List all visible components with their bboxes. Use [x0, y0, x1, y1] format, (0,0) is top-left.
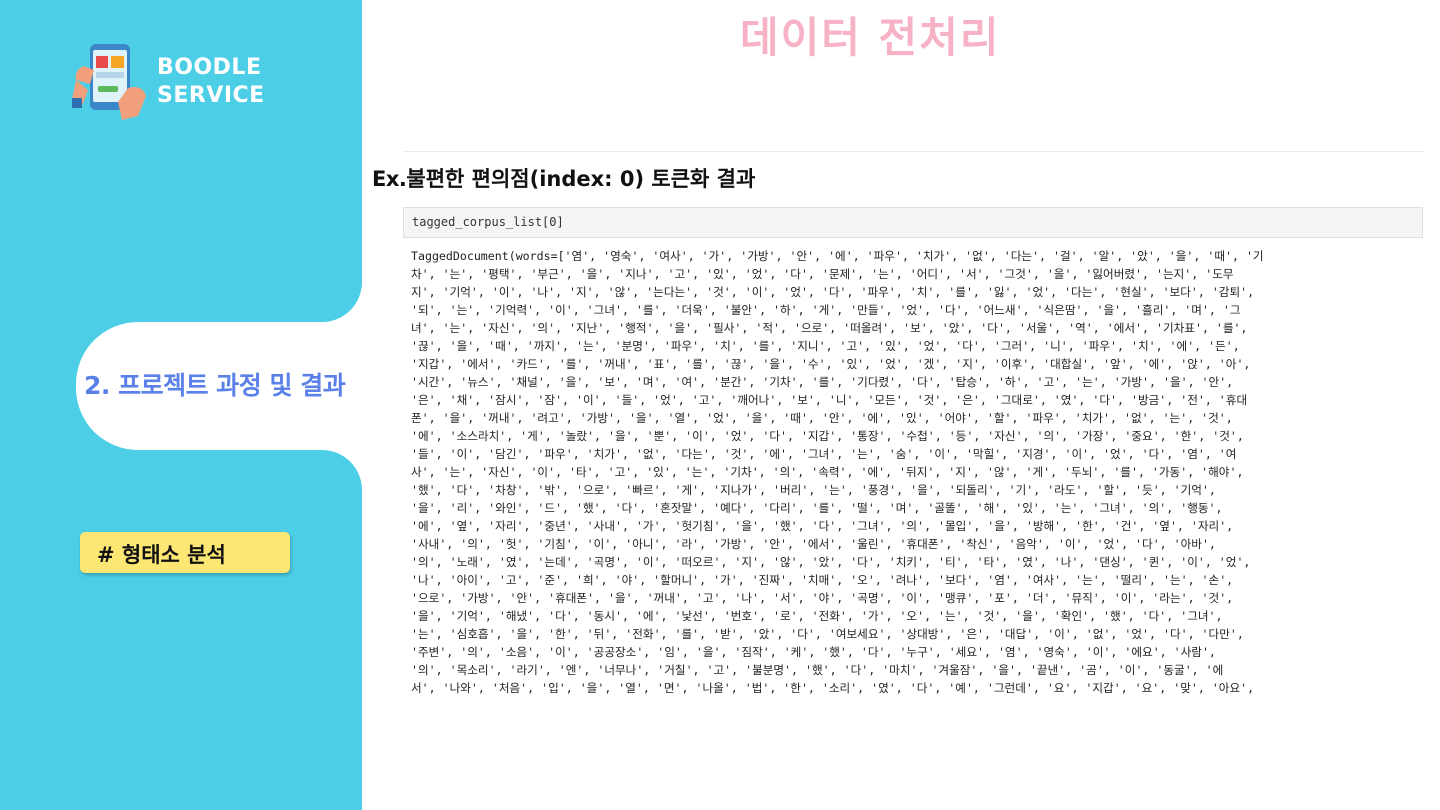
- section-tag: # 형태소 분석: [80, 532, 290, 573]
- nav-tab-active[interactable]: 2. 프로젝트 과정 및 결과: [76, 322, 376, 450]
- brand-name: BOODLE SERVICE: [157, 54, 265, 110]
- output-line: '나', '아이', '고', '준', '희', '야', '할머니', '가…: [411, 573, 1234, 587]
- output-line: 녀', '는', '자신', '의', '지난', '행적', '을', '필사…: [411, 321, 1248, 335]
- code-cell-input[interactable]: tagged_corpus_list[0]: [403, 207, 1423, 238]
- output-line: 폰', '을', '꺼내', '려고', '가방', '을', '열', '었'…: [411, 411, 1233, 425]
- output-line: '으로', '가방', '안', '휴대폰', '을', '꺼내', '고', …: [411, 591, 1234, 605]
- phone-shopping-icon: [72, 44, 146, 120]
- output-line: '시간', '뉴스', '채널', '을', '보', '며', '여', '분…: [411, 375, 1234, 389]
- output-line: '했', '다', '차창', '밖', '으로', '빠르', '게', '지…: [411, 483, 1216, 497]
- output-line: '사내', '의', '헛', '기침', '이', '아니', '라', '가…: [411, 537, 1216, 551]
- output-line: '을', '기억', '해냈', '다', '동시', '에', '낯선', '…: [411, 609, 1223, 623]
- output-line: '에', '옆', '자리', '중년', '사내', '가', '헛기침', …: [411, 519, 1234, 533]
- output-line: 지', '기억', '이', '나', '지', '않', '는다는', '것'…: [411, 285, 1255, 299]
- example-title: 불편한 편의점(index: 0) 토큰화 결과: [406, 167, 756, 191]
- brand-line-2: SERVICE: [157, 83, 265, 108]
- code-cell-output: TaggedDocument(words=['염', '영숙', '여사', '…: [411, 247, 1426, 697]
- output-line: 서', '나와', '처음', '입', '을', '열', '면', '나올'…: [411, 681, 1255, 695]
- output-line: '을', '리', '와인', '드', '했', '다', '혼잣말', '예…: [411, 501, 1223, 515]
- brand-line-1: BOODLE: [157, 55, 262, 80]
- output-line: '지갑', '에서', '카드', '를', '꺼내', '표', '를', '…: [411, 357, 1251, 371]
- output-line: '의', '노래', '였', '는데', '곡명', '이', '떠오르', …: [411, 555, 1251, 569]
- code-cell-text: tagged_corpus_list[0]: [412, 215, 564, 229]
- nav-tab-label: 2. 프로젝트 과정 및 결과: [84, 371, 346, 400]
- example-prefix: Ex.: [372, 167, 407, 191]
- output-line: '되', '는', '기억력', '이', '그녀', '를', '더욱', '…: [411, 303, 1241, 317]
- section-tag-label: # 형태소 분석: [97, 543, 226, 567]
- page-title: 데이터 전처리: [740, 13, 1001, 62]
- output-line: 사', '는', '자신', '이', '타', '고', '있', '는', …: [411, 465, 1244, 479]
- output-line: '주변', '의', '소음', '이', '공공장소', '임', '을', …: [411, 645, 1216, 659]
- output-line: 차', '는', '평택', '부근', '을', '지나', '고', '있'…: [411, 267, 1234, 281]
- output-line: '은', '채', '잠시', '잠', '이', '들', '었', '고',…: [411, 393, 1248, 407]
- output-line: '끊', '을', '때', '까지', '는', '분명', '파우', '치…: [411, 339, 1240, 353]
- output-line: '들', '이', '담긴', '파우', '치가', '없', '다는', '…: [411, 447, 1237, 461]
- output-line: TaggedDocument(words=['염', '영숙', '여사', '…: [411, 249, 1264, 263]
- sidebar: BOODLE SERVICE 2. 프로젝트 과정 및 결과 # 형태소 분석: [0, 0, 376, 810]
- output-line: '의', '목소리', '라기', '엔', '너무나', '거칠', '고',…: [411, 663, 1224, 677]
- output-line: '는', '심호흡', '을', '한', '뒤', '전화', '를', '받…: [411, 627, 1244, 641]
- divider: [404, 151, 1424, 152]
- tab-curve-bottom: [322, 450, 362, 490]
- tab-curve-top: [322, 282, 362, 322]
- example-heading: Ex.불편한 편의점(index: 0) 토큰화 결과: [372, 163, 755, 193]
- output-line: '에', '소스라치', '게', '놀랐', '을', '뿐', '이', '…: [411, 429, 1244, 443]
